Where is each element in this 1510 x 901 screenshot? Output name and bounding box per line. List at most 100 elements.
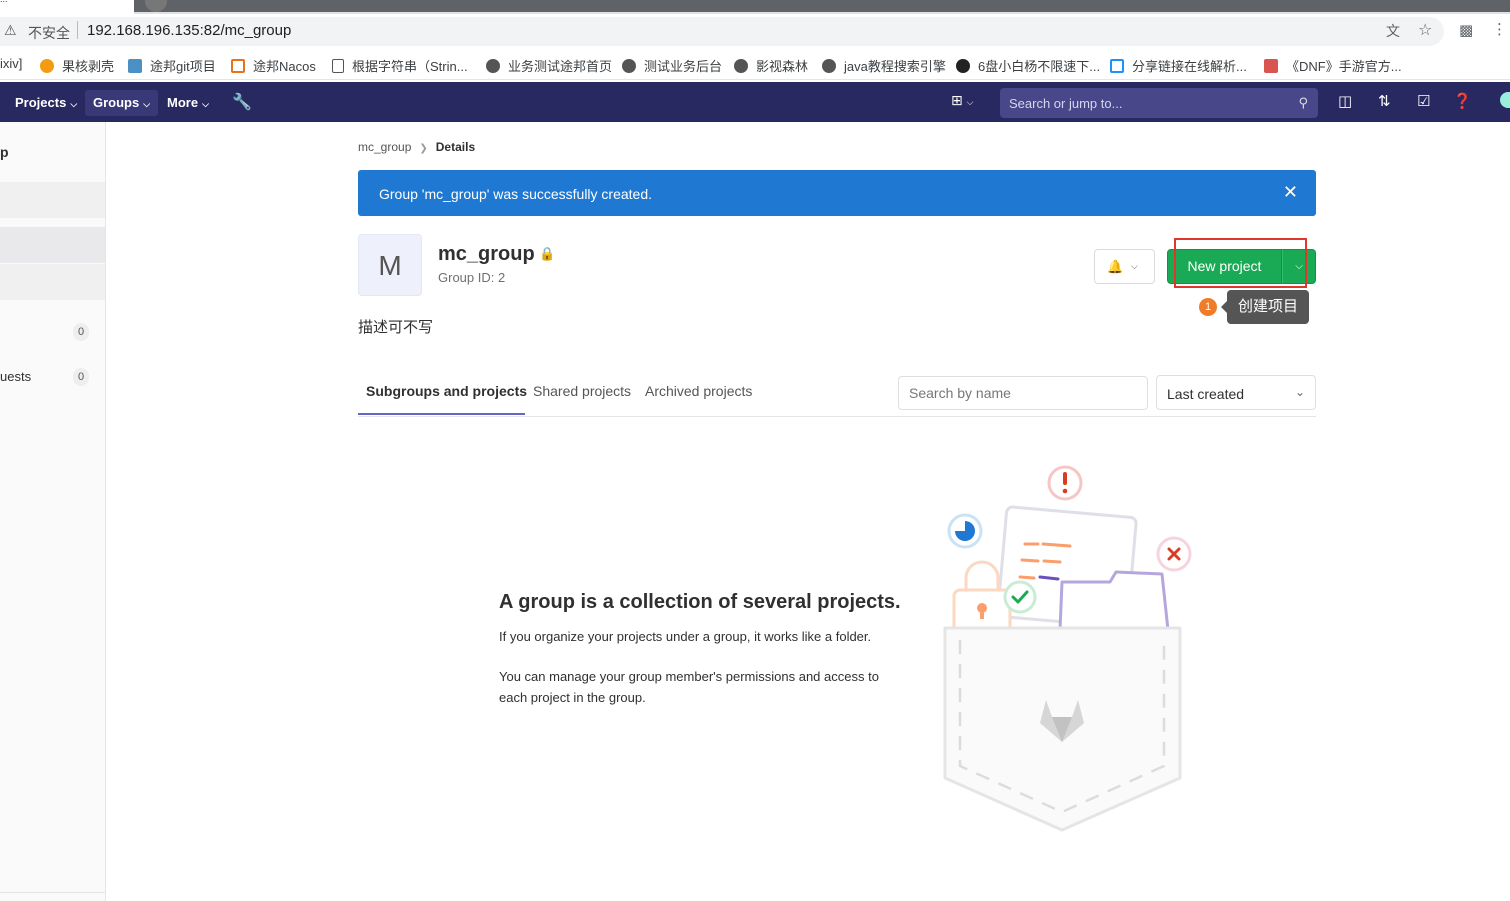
- nav-more[interactable]: More ⌵: [159, 90, 217, 116]
- sidebar-item-issues[interactable]: 0: [0, 314, 105, 350]
- sidebar-item-details[interactable]: [0, 227, 105, 263]
- chevron-down-icon: ⌵: [966, 97, 974, 107]
- bookmark-item[interactable]: 测试业务后台: [622, 56, 722, 75]
- chevron-right-icon: ❯: [419, 143, 428, 154]
- search-by-name-input[interactable]: [899, 377, 1147, 409]
- nav-more-label: More: [167, 95, 199, 110]
- todos-icon[interactable]: ☑: [1417, 92, 1430, 110]
- tv-icon: [1110, 59, 1124, 73]
- bookmark-item[interactable]: 影视森林: [734, 56, 808, 75]
- notification-dropdown[interactable]: 🔔 ⌵: [1094, 249, 1155, 284]
- browser-tab-strip: ...: [0, 0, 1510, 14]
- bookmark-label: ixiv]: [0, 56, 23, 71]
- bookmark-item[interactable]: 果核剥壳: [40, 56, 114, 75]
- sidebar-item-overview[interactable]: [0, 182, 105, 218]
- bookmark-item[interactable]: 6盘小白杨不限速下...: [956, 56, 1100, 75]
- flash-message: Group 'mc_group' was successfully create…: [379, 186, 653, 202]
- bookmark-label: 根据字符串（Strin...: [352, 59, 468, 74]
- merge-requests-icon[interactable]: ⇅: [1378, 92, 1391, 110]
- breadcrumb: mc_group ❯ Details: [358, 140, 475, 154]
- warning-icon[interactable]: ⚠: [4, 22, 17, 39]
- global-search: ⚲: [1000, 88, 1318, 118]
- translate-icon[interactable]: 文: [1386, 21, 1400, 41]
- bookmarks-bar: ixiv] 果核剥壳 途邦git项目 途邦Nacos 根据字符串（Strin..…: [0, 48, 1510, 80]
- empty-state-text: You can manage your group member's permi…: [499, 669, 879, 705]
- chevron-down-icon: ⌵: [70, 99, 78, 109]
- sidebar-item-activity[interactable]: [0, 264, 105, 300]
- breadcrumb-parent[interactable]: mc_group: [358, 140, 411, 154]
- bookmark-label: 测试业务后台: [644, 59, 723, 74]
- group-avatar: M: [358, 234, 422, 296]
- bookmark-item[interactable]: 根据字符串（Strin...: [332, 56, 468, 75]
- bookmark-item[interactable]: 业务测试途邦首页: [486, 56, 612, 75]
- annotation-highlight-box: [1174, 238, 1307, 288]
- group-sidebar: p 0 uests 0: [0, 122, 106, 901]
- browser-toolbar: ⚠ 不安全 192.168.196.135:82/mc_group 文 ☆ ▩ …: [0, 14, 1510, 48]
- bookmark-label: 业务测试途邦首页: [508, 59, 613, 74]
- globe-icon: [486, 59, 500, 73]
- new-item-dropdown[interactable]: ⊞ ⌵: [951, 92, 973, 109]
- flash-notice: Group 'mc_group' was successfully create…: [358, 170, 1316, 216]
- close-icon[interactable]: ✕: [1283, 182, 1298, 203]
- sidebar-group-name[interactable]: p: [0, 144, 9, 160]
- nav-groups-label: Groups: [93, 95, 140, 110]
- browser-menu-icon[interactable]: ⋮: [1492, 20, 1507, 38]
- group-name: mc_group: [438, 243, 535, 265]
- count-badge: 0: [73, 323, 89, 341]
- chevron-down-icon: ⌵: [1131, 261, 1138, 271]
- url-text[interactable]: 192.168.196.135:82/mc_group: [87, 22, 291, 39]
- empty-state-title: A group is a collection of several proje…: [499, 591, 901, 613]
- help-icon[interactable]: ❓: [1453, 92, 1472, 110]
- dnf-icon: [1264, 59, 1278, 73]
- annotation-step-number: 1: [1199, 298, 1217, 316]
- group-description: 描述可不写: [358, 319, 434, 336]
- nav-projects-label: Projects: [15, 95, 67, 110]
- tab-shared-projects[interactable]: Shared projects: [533, 383, 631, 399]
- globe-icon: [734, 59, 748, 73]
- chevron-down-icon: ⌄: [1294, 385, 1305, 399]
- sidebar-item-label: uests: [0, 369, 32, 384]
- security-label[interactable]: 不安全: [28, 23, 70, 43]
- filter-box: [898, 376, 1148, 410]
- tab-subgroups-and-projects[interactable]: Subgroups and projects: [366, 383, 527, 399]
- browser-tab[interactable]: ...: [0, 0, 134, 14]
- nav-projects[interactable]: Projects ⌵: [7, 90, 85, 116]
- globe-icon: [622, 59, 636, 73]
- bookmark-item[interactable]: 途邦Nacos: [231, 56, 316, 75]
- nav-groups[interactable]: Groups ⌵: [85, 90, 159, 116]
- github-icon: [956, 59, 970, 73]
- bookmark-label: 影视森林: [756, 59, 809, 74]
- bookmark-favicon-icon: [231, 59, 245, 73]
- bookmark-favicon-icon: [40, 59, 54, 73]
- issues-icon[interactable]: ◫: [1338, 92, 1352, 110]
- extensions-icon[interactable]: ▩: [1459, 21, 1473, 39]
- annotation-tooltip: 创建项目: [1221, 290, 1309, 324]
- browser-tab-title: ...: [0, 0, 8, 4]
- sidebar-item-merge-requests[interactable]: uests 0: [0, 359, 105, 395]
- admin-wrench-icon[interactable]: 🔧: [232, 92, 252, 112]
- user-avatar[interactable]: [1500, 92, 1510, 108]
- bookmark-favicon-icon: [128, 59, 142, 73]
- sidebar-divider: [0, 892, 105, 893]
- tab-strip-background: [134, 0, 1510, 12]
- empty-state-text: If you organize your projects under a gr…: [499, 629, 872, 644]
- bell-icon: 🔔: [1107, 259, 1124, 274]
- bookmark-item[interactable]: 分享链接在线解析...: [1110, 56, 1247, 75]
- bookmark-star-icon[interactable]: ☆: [1418, 20, 1432, 40]
- bookmark-item[interactable]: 《DNF》手游官方...: [1264, 56, 1402, 75]
- lock-icon: 🔒: [539, 246, 556, 261]
- globe-icon: [822, 59, 836, 73]
- search-icon: ⚲: [1298, 95, 1308, 110]
- tab-archived-projects[interactable]: Archived projects: [645, 383, 752, 399]
- breadcrumb-current: Details: [435, 140, 476, 154]
- sort-dropdown[interactable]: Last created ⌄: [1156, 375, 1316, 410]
- bookmark-label: 果核剥壳: [62, 59, 115, 74]
- sort-selected-label: Last created: [1167, 386, 1245, 402]
- search-input[interactable]: [1000, 88, 1318, 118]
- group-id: Group ID: 2: [438, 270, 506, 285]
- omnibox[interactable]: ⚠ 不安全 192.168.196.135:82/mc_group 文 ☆: [0, 17, 1444, 46]
- bookmark-item[interactable]: ixiv]: [0, 56, 22, 71]
- active-tab-indicator: [358, 413, 525, 415]
- bookmark-item[interactable]: java教程搜索引擎: [822, 56, 946, 75]
- bookmark-item[interactable]: 途邦git项目: [128, 56, 216, 75]
